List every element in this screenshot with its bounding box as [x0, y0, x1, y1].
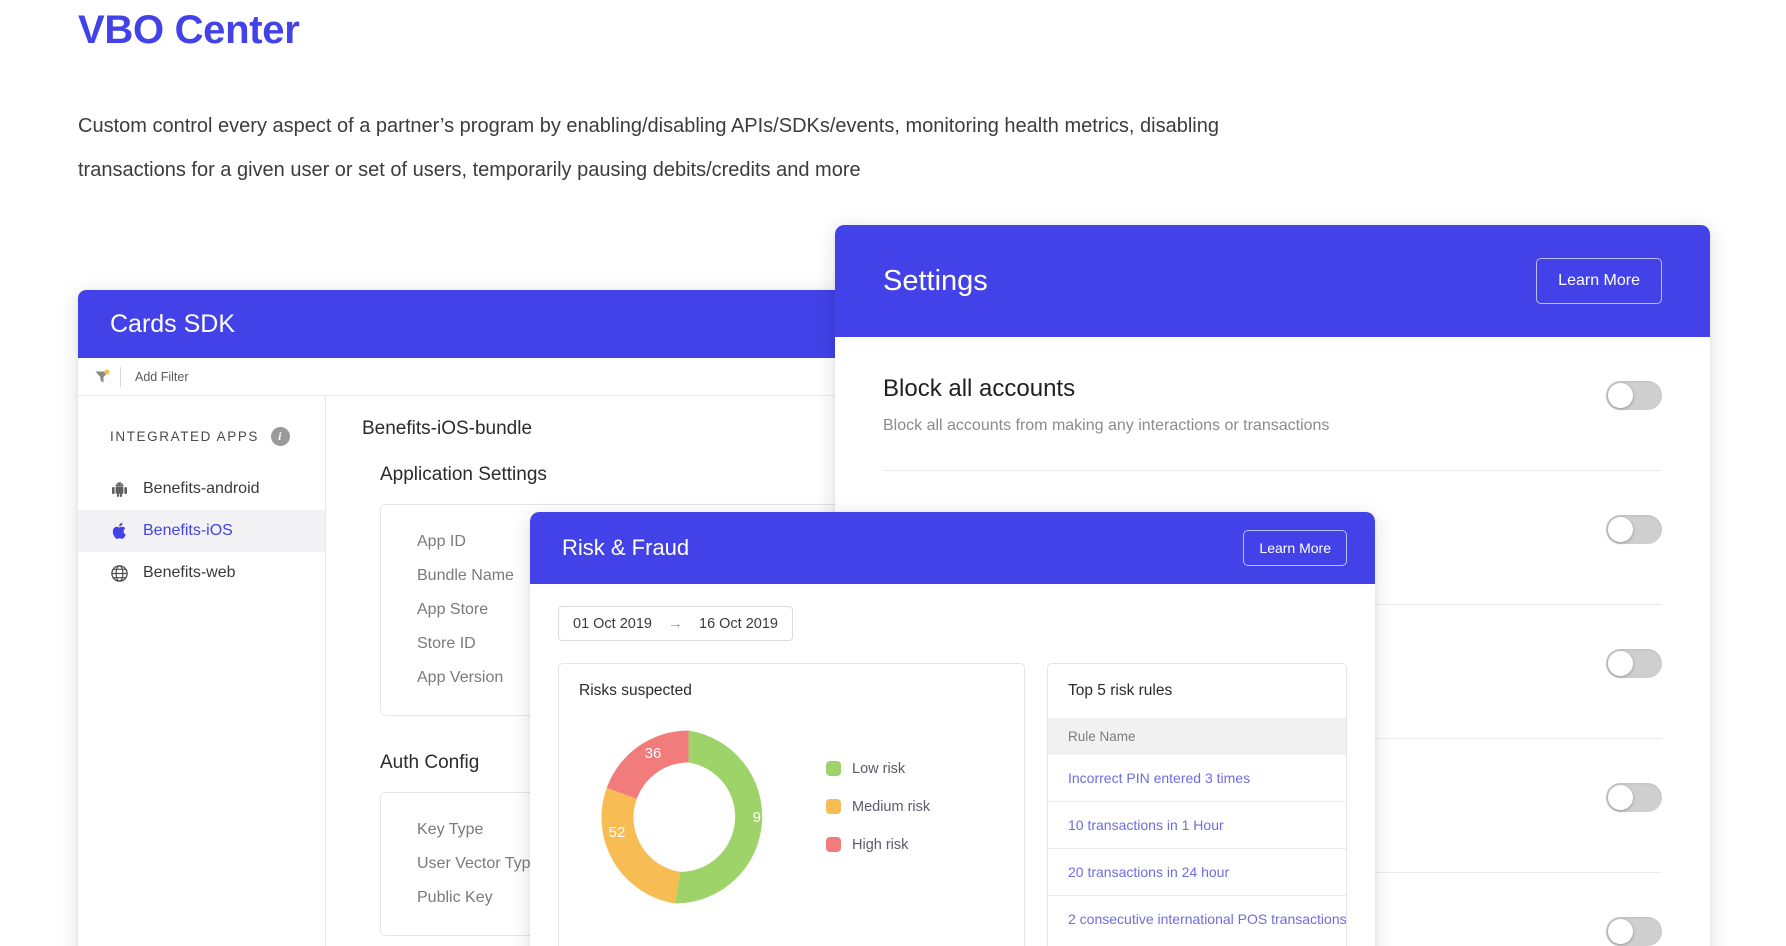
legend-label: Low risk — [852, 760, 906, 777]
slice-label-low: 97 — [753, 809, 770, 826]
cards-sdk-header: Cards SDK — [78, 290, 938, 358]
page-root: VBO Center Custom control every aspect o… — [0, 0, 1786, 946]
integrated-apps-label: INTEGRATED APPS — [110, 428, 260, 444]
page-description: Custom control every aspect of a partner… — [78, 115, 1219, 181]
filter-divider — [120, 366, 121, 387]
sidebar-item-label: Benefits-iOS — [143, 522, 233, 539]
setting-toggle[interactable] — [1606, 649, 1662, 678]
risks-suspected-card: Risks suspected 97 52 36 Low risk Medium… — [558, 663, 1025, 946]
risk-fraud-panel: Risk & Fraud Learn More 01 Oct 2019 → 16… — [530, 512, 1375, 946]
setting-row-block-all-accounts: Block all accounts Block all accounts fr… — [883, 337, 1662, 471]
toggle-knob — [1608, 517, 1633, 542]
legend-label: Medium risk — [852, 798, 931, 815]
setting-description: Block all accounts from making any inter… — [883, 417, 1330, 434]
date-range-end: 16 Oct 2019 — [699, 615, 778, 632]
sidebar-item-label: Benefits-android — [143, 480, 260, 497]
sidebar-item-benefits-web[interactable]: Benefits-web — [78, 552, 325, 594]
donut-chart-wrap: 97 52 36 Low risk Medium risk High risk — [559, 700, 1024, 925]
sidebar-item-benefits-ios[interactable]: Benefits-iOS — [78, 510, 325, 552]
integrated-apps-heading: INTEGRATED APPS i — [78, 422, 325, 450]
slice-medium-risk — [601, 787, 681, 904]
integrated-apps-sidebar: INTEGRATED APPS i Benefits-android Benef… — [78, 396, 326, 946]
sidebar-item-label: Benefits-web — [143, 564, 236, 581]
arrow-right-icon: → — [668, 615, 683, 632]
risks-suspected-title: Risks suspected — [579, 682, 692, 699]
cards-sdk-title: Cards SDK — [110, 309, 236, 338]
top-risk-rules-card: Top 5 risk rules Rule Name Incorrect PIN… — [1047, 663, 1347, 946]
table-row[interactable]: Incorrect PIN entered 3 times — [1048, 755, 1346, 802]
legend-swatch-medium-risk — [826, 799, 841, 814]
add-filter-button[interactable]: Add Filter — [135, 370, 189, 384]
legend-item-low-risk: Low risk — [826, 761, 930, 777]
toggle-knob — [1608, 383, 1633, 408]
table-row[interactable]: 10 transactions in 1 Hour — [1048, 802, 1346, 849]
android-icon — [110, 481, 129, 497]
setting-toggle[interactable] — [1606, 917, 1662, 946]
toggle-knob — [1608, 651, 1633, 676]
slice-label-high: 36 — [645, 745, 662, 762]
info-icon[interactable]: i — [271, 426, 291, 446]
filter-bar: Add Filter — [78, 358, 938, 396]
legend-swatch-low-risk — [826, 761, 841, 776]
legend-label: High risk — [852, 836, 909, 853]
slice-label-medium: 52 — [609, 824, 626, 841]
legend-item-medium-risk: Medium risk — [826, 799, 930, 815]
page-title: VBO Center — [78, 8, 300, 52]
table-row[interactable]: 2 consecutive international POS transact… — [1048, 896, 1347, 942]
setting-toggle[interactable] — [1606, 515, 1662, 544]
sidebar-item-benefits-android[interactable]: Benefits-android — [78, 468, 325, 510]
toggle-knob — [1608, 919, 1633, 944]
globe-icon — [110, 564, 129, 582]
date-range-start: 01 Oct 2019 — [573, 615, 652, 632]
risk-fraud-title: Risk & Fraud — [562, 535, 690, 560]
settings-learn-more-button[interactable]: Learn More — [1536, 258, 1662, 304]
table-column-header-rule-name: Rule Name — [1048, 718, 1346, 755]
risk-learn-more-button[interactable]: Learn More — [1243, 530, 1347, 566]
settings-header: Settings Learn More — [835, 225, 1710, 337]
top-risk-rules-title: Top 5 risk rules — [1068, 682, 1173, 699]
risk-fraud-body: 01 Oct 2019 → 16 Oct 2019 Risks suspecte… — [530, 584, 1375, 946]
setting-toggle[interactable] — [1606, 381, 1662, 410]
toggle-knob — [1608, 785, 1633, 810]
legend-swatch-high-risk — [826, 837, 841, 852]
setting-toggle[interactable] — [1606, 783, 1662, 812]
risk-cards-row: Risks suspected 97 52 36 Low risk Medium… — [558, 663, 1347, 946]
apple-icon — [110, 522, 129, 540]
risk-fraud-header: Risk & Fraud Learn More — [530, 512, 1375, 584]
legend-item-high-risk: High risk — [826, 837, 930, 853]
setting-name: Block all accounts — [883, 375, 1076, 402]
table-row[interactable]: 20 transactions in 24 hour — [1048, 849, 1346, 896]
donut-legend: Low risk Medium risk High risk — [826, 761, 930, 875]
date-range-picker[interactable]: 01 Oct 2019 → 16 Oct 2019 — [558, 606, 793, 641]
settings-title: Settings — [883, 264, 988, 297]
slice-high-risk — [606, 730, 689, 799]
risks-donut-chart: 97 52 36 — [601, 730, 770, 904]
funnel-icon — [92, 368, 112, 385]
